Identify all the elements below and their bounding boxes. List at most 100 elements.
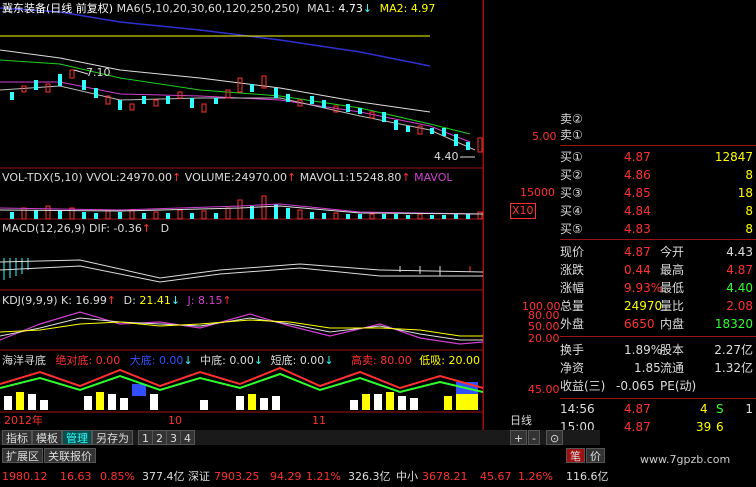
tick-1-price: 4.87 bbox=[624, 402, 651, 416]
quote-panel: 卖② 卖① 买① 4.87 12847 买② 4.86 8 买③ 4.85 18… bbox=[483, 0, 756, 434]
quote-label-price: 现价 bbox=[560, 245, 585, 259]
volume-bars bbox=[0, 195, 483, 220]
up-arrow-icon: ↑ bbox=[401, 171, 411, 184]
ma2-value: 4.97 bbox=[410, 2, 436, 15]
buy-4-vol: 8 bbox=[745, 204, 753, 218]
j-label: J: bbox=[187, 294, 195, 307]
quote-label-pct: 涨幅 bbox=[560, 281, 585, 295]
kdj-name[interactable]: KDJ(9,9,9) bbox=[2, 294, 58, 307]
sz-value: 7903.25 bbox=[214, 470, 260, 483]
buy-4-price: 4.84 bbox=[624, 204, 651, 218]
buy-row-5[interactable]: 买⑤ 4.83 8 bbox=[484, 220, 756, 238]
mid-bottom-value: 0.00 bbox=[229, 354, 254, 367]
zoom-out-button[interactable]: - bbox=[528, 430, 540, 445]
macd-d-label: D bbox=[160, 222, 170, 235]
time-axis-month-10: 10 bbox=[168, 414, 182, 427]
buy-row-4[interactable]: 买④ 4.84 8 bbox=[484, 202, 756, 220]
zx-name[interactable]: 中小 bbox=[396, 466, 418, 487]
quote-row-volume: 总量 24970 量比 2.08 bbox=[484, 297, 756, 315]
tab-num-1[interactable]: 1 bbox=[138, 430, 153, 445]
watermark: www.7gpzb.com bbox=[640, 453, 731, 466]
quote-value-netasset: 1.85 bbox=[634, 361, 661, 375]
tab-related-quote[interactable]: 关联报价 bbox=[44, 448, 96, 463]
buy-1-label: 买① bbox=[560, 150, 583, 164]
sh-change: 16.63 bbox=[60, 470, 92, 483]
quote-label-volratio: 量比 bbox=[660, 299, 685, 313]
tab-manage[interactable]: 管理 bbox=[62, 430, 92, 445]
tab-bi[interactable]: 笔 bbox=[566, 448, 585, 463]
abs-bottom-value: 0.00 bbox=[95, 354, 121, 367]
tab-num-4[interactable]: 4 bbox=[180, 430, 195, 445]
mavol-label: MAVOL bbox=[414, 171, 453, 184]
d-label: D: bbox=[123, 294, 136, 307]
quote-row-turnover: 换手 1.89% 股本 2.27亿 bbox=[484, 341, 756, 359]
sz-change: 94.29 bbox=[270, 470, 302, 483]
short-bottom-value: 0.00 bbox=[299, 354, 325, 367]
sh-value[interactable]: 1980.12 bbox=[2, 466, 48, 487]
price-panel-header: 冀东装备(日线 前复权) MA6(5,10,20,30,60,120,250,2… bbox=[2, 2, 435, 16]
quote-label-volume: 总量 bbox=[560, 299, 585, 313]
tab-save-as[interactable]: 另存为 bbox=[92, 430, 133, 445]
kdj-lines bbox=[0, 311, 483, 345]
zx-amount: 116.6亿 bbox=[566, 470, 609, 483]
macd-lines bbox=[0, 258, 483, 283]
k-label: K: bbox=[61, 294, 72, 307]
zoom-in-button[interactable]: + bbox=[510, 430, 528, 445]
volume-panel-header: VOL-TDX(5,10) VVOL:24970.00↑ VOLUME:2497… bbox=[2, 171, 453, 185]
buy-row-1[interactable]: 买① 4.87 12847 bbox=[484, 148, 756, 166]
tick-2-vol: 39 bbox=[696, 420, 712, 434]
buy-row-3[interactable]: 买③ 4.85 18 bbox=[484, 184, 756, 202]
indicator-tab-bar: 指标 模板 管理 另存为 1 2 3 4 + - ⊙ bbox=[0, 430, 600, 445]
quote-value-outer: 6650 bbox=[624, 317, 655, 331]
volume-value: 24970.00 bbox=[234, 171, 288, 184]
buy-2-price: 4.86 bbox=[624, 168, 651, 182]
high-marker: 7.10 bbox=[86, 66, 111, 79]
tick-2-flag: 6 bbox=[716, 420, 724, 434]
quote-label-turnover: 换手 bbox=[560, 343, 585, 357]
high-sell-value: 80.00 bbox=[380, 354, 412, 367]
down-arrow-icon: ↓ bbox=[362, 2, 373, 15]
quote-label-outer: 外盘 bbox=[560, 317, 585, 331]
tick-1-vol: 4 bbox=[700, 402, 708, 416]
quote-value-change: 0.44 bbox=[624, 263, 651, 277]
quote-value-volume: 24970 bbox=[624, 299, 663, 313]
quote-label-netasset: 净资 bbox=[560, 361, 585, 375]
ma1-value: 4.73 bbox=[338, 2, 363, 15]
tab-num-2[interactable]: 2 bbox=[152, 430, 167, 445]
sell-row-1[interactable]: 卖① bbox=[484, 126, 756, 144]
market-status-bar: 1980.12 16.63 0.85% 377.4亿 深证 7903.25 94… bbox=[0, 466, 756, 487]
volume-name[interactable]: VOL-TDX(5,10) bbox=[2, 171, 83, 184]
buy-4-label: 买④ bbox=[560, 204, 583, 218]
buy-3-label: 买③ bbox=[560, 186, 583, 200]
macd-panel-header: MACD(12,26,9) DIF: -0.36↑ D bbox=[2, 222, 169, 236]
tab-template[interactable]: 模板 bbox=[32, 430, 62, 445]
tab-num-3[interactable]: 3 bbox=[166, 430, 181, 445]
d-value: 21.41 bbox=[139, 294, 171, 307]
big-bottom-label: 大底: bbox=[129, 354, 156, 367]
quote-value-high: 4.87 bbox=[726, 263, 753, 277]
sh-amount: 377.4亿 bbox=[142, 470, 185, 483]
quote-value-price: 4.87 bbox=[624, 245, 651, 259]
buy-3-vol: 18 bbox=[737, 186, 753, 200]
quote-value-low: 4.40 bbox=[726, 281, 753, 295]
quote-row-netasset: 净资 1.85 流通 1.32亿 bbox=[484, 359, 756, 377]
quote-label-float: 流通 bbox=[660, 361, 685, 375]
j-value: 8.15 bbox=[198, 294, 223, 307]
tick-row-1[interactable]: 14:56 4.87 4 S 1 bbox=[484, 400, 756, 418]
haiyang-name[interactable]: 海洋寻底 bbox=[2, 354, 46, 367]
quote-label-eps: 收益(三) bbox=[560, 379, 606, 393]
dif-label: DIF: bbox=[89, 222, 110, 235]
sz-name[interactable]: 深证 bbox=[188, 466, 210, 487]
macd-name[interactable]: MACD(12,26,9) bbox=[2, 222, 86, 235]
tab-extension[interactable]: 扩展区 bbox=[2, 448, 43, 463]
up-arrow-icon: ↑ bbox=[141, 222, 152, 235]
buy-1-vol: 12847 bbox=[714, 150, 753, 164]
tab-indicator[interactable]: 指标 bbox=[2, 430, 32, 445]
tab-jia[interactable]: 价 bbox=[586, 448, 605, 463]
short-bottom-label: 短底: bbox=[270, 354, 297, 367]
stock-title[interactable]: 冀东装备(日线 前复权) bbox=[2, 2, 113, 15]
settings-button[interactable]: ⊙ bbox=[546, 430, 564, 445]
quote-value-eps: -0.065 bbox=[616, 379, 655, 393]
quote-label-inner: 内盘 bbox=[660, 317, 685, 331]
buy-row-2[interactable]: 买② 4.86 8 bbox=[484, 166, 756, 184]
